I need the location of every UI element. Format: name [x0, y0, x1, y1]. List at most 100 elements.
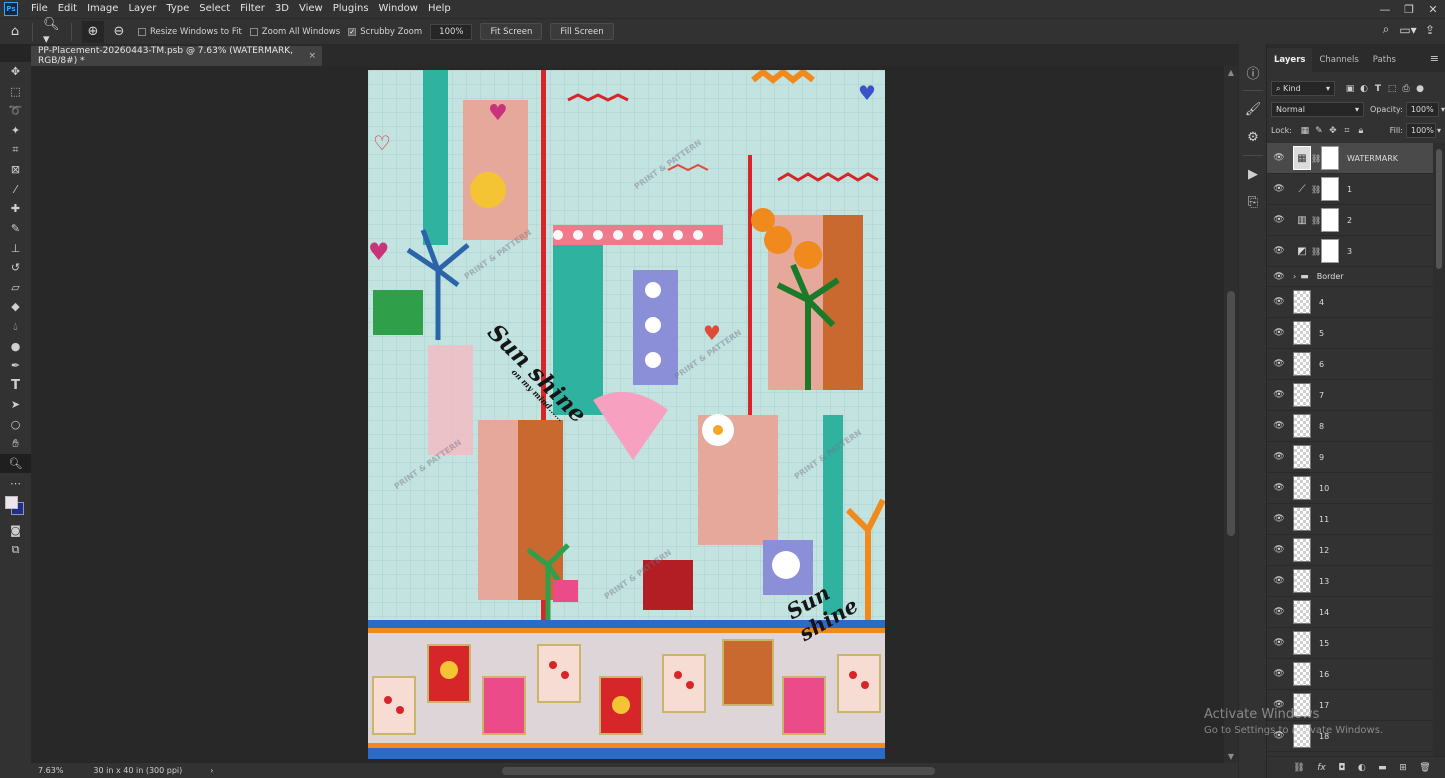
blend-mode-select[interactable]: Normal ▾	[1271, 102, 1364, 117]
link-chain-icon[interactable]: ⛓︎	[1311, 247, 1321, 256]
fill-field[interactable]: 100%	[1405, 123, 1436, 138]
scrubby-zoom-checkbox[interactable]: ✓ Scrubby Zoom	[348, 27, 422, 37]
artwork-canvas[interactable]: ♥ ♡ ♥ ♥ ♥ PRINT & PATTERN PRINT & PATTER…	[368, 70, 885, 759]
blur-tool-icon[interactable]: 💧︎	[0, 317, 31, 337]
checkbox-box[interactable]	[138, 27, 146, 36]
link-chain-icon[interactable]: ⛓︎	[1311, 185, 1321, 194]
scroll-thumb[interactable]	[502, 767, 935, 775]
crop-tool-icon[interactable]: ⌗	[0, 140, 31, 160]
layer-row-4[interactable]: 👁︎ 4	[1267, 287, 1433, 318]
scroll-thumb[interactable]	[1227, 291, 1235, 536]
scroll-up-arrow-icon[interactable]: ▲	[1224, 68, 1238, 77]
tab-layers[interactable]: Layers	[1267, 48, 1313, 72]
layer-row-11[interactable]: 👁︎ 11	[1267, 504, 1433, 535]
new-layer-icon[interactable]: ⊞	[1399, 763, 1407, 773]
healing-brush-tool-icon[interactable]: ✚	[0, 199, 31, 219]
hand-tool-icon[interactable]: ✋︎	[0, 434, 31, 454]
filter-smart-object-icon[interactable]: ⎙	[1399, 84, 1413, 94]
menu-filter[interactable]: Filter	[235, 0, 270, 18]
canvas-vertical-scrollbar[interactable]: ▲ ▼	[1224, 66, 1238, 763]
visibility-eye-icon[interactable]: 👁︎	[1267, 328, 1291, 338]
ellipse-tool-icon[interactable]: ○	[0, 415, 31, 435]
visibility-eye-icon[interactable]: 👁︎	[1267, 607, 1291, 617]
visibility-eye-icon[interactable]: 👁︎	[1267, 576, 1291, 586]
close-tab-icon[interactable]: ×	[308, 51, 316, 61]
zoom-in-icon[interactable]: ⊕	[82, 20, 104, 43]
clone-stamp-tool-icon[interactable]: ⊥	[0, 238, 31, 258]
panel-menu-icon[interactable]: ≡	[1430, 52, 1439, 65]
fit-screen-button[interactable]: Fit Screen	[480, 23, 543, 40]
menu-edit[interactable]: Edit	[53, 0, 82, 18]
frame-tool-icon[interactable]: ⊠	[0, 160, 31, 180]
magic-wand-tool-icon[interactable]: ✦	[0, 121, 31, 141]
document-tab[interactable]: PP-Placement-20260443-TM.psb @ 7.63% (WA…	[31, 46, 322, 66]
opacity-field[interactable]: 100%	[1405, 102, 1439, 117]
layer-mask-thumbnail[interactable]	[1321, 177, 1339, 201]
info-icon[interactable]: ⓘ	[1239, 58, 1267, 86]
add-mask-icon[interactable]: ◘	[1338, 763, 1345, 773]
lock-position-icon[interactable]: ✥	[1326, 126, 1340, 136]
lock-transparent-icon[interactable]: ▦	[1298, 126, 1312, 136]
menu-image[interactable]: Image	[82, 0, 123, 18]
zoom-level[interactable]: 7.63%	[38, 766, 63, 775]
layer-row-14[interactable]: 👁︎ 14	[1267, 597, 1433, 628]
move-tool-icon[interactable]: ✥	[0, 62, 31, 82]
filter-adjustment-icon[interactable]: ◐	[1357, 84, 1371, 94]
visibility-eye-icon[interactable]: 👁︎	[1267, 390, 1291, 400]
chevron-down-icon[interactable]: ▾	[1437, 126, 1441, 135]
layer-mask-thumbnail[interactable]	[1321, 208, 1339, 232]
visibility-eye-icon[interactable]: 👁︎	[1267, 359, 1291, 369]
zoom-out-icon[interactable]: ⊖	[108, 21, 130, 43]
marquee-tool-icon[interactable]: ⬚	[0, 82, 31, 102]
foreground-color-swatch[interactable]	[5, 496, 18, 510]
scroll-thumb[interactable]	[1436, 149, 1442, 269]
pen-tool-icon[interactable]: ✒	[0, 356, 31, 376]
menu-help[interactable]: Help	[423, 0, 456, 18]
filter-toggle-icon[interactable]: ●	[1413, 84, 1427, 94]
filter-pixel-icon[interactable]: ▣	[1343, 84, 1357, 94]
zoom-tool-preset-icon[interactable]: 🔍︎▾	[43, 17, 65, 47]
visibility-eye-icon[interactable]: 👁︎	[1267, 153, 1291, 163]
fx-icon[interactable]: fx	[1317, 763, 1326, 773]
type-tool-icon[interactable]: T	[0, 376, 31, 396]
resize-windows-checkbox[interactable]: Resize Windows to Fit	[138, 27, 242, 37]
layers-scrollbar[interactable]	[1433, 143, 1445, 756]
menu-window[interactable]: Window	[374, 0, 423, 18]
home-icon[interactable]: ⌂	[4, 21, 26, 43]
fill-screen-button[interactable]: Fill Screen	[550, 23, 614, 40]
zoom-tool-icon[interactable]: 🔍︎	[0, 453, 31, 474]
menu-type[interactable]: Type	[161, 0, 194, 18]
canvas-area[interactable]: ♥ ♡ ♥ ♥ ♥ PRINT & PATTERN PRINT & PATTER…	[31, 66, 1224, 763]
visibility-eye-icon[interactable]: 👁︎	[1267, 246, 1291, 256]
chevron-down-icon[interactable]: ▾	[1441, 105, 1445, 114]
layer-row-6[interactable]: 👁︎ 6	[1267, 349, 1433, 380]
visibility-eye-icon[interactable]: 👁︎	[1267, 184, 1291, 194]
close-button[interactable]: ✕	[1421, 0, 1445, 18]
lock-all-icon[interactable]: 🔒︎	[1354, 126, 1368, 136]
visibility-eye-icon[interactable]: 👁︎	[1267, 421, 1291, 431]
history-brush-tool-icon[interactable]: ↺	[0, 258, 31, 278]
path-selection-tool-icon[interactable]: ➤	[0, 395, 31, 415]
lock-image-icon[interactable]: ✎	[1312, 126, 1326, 136]
brush-tool-icon[interactable]: ✎	[0, 219, 31, 239]
trash-icon[interactable]: 🗑︎	[1419, 763, 1430, 773]
status-menu-arrow-icon[interactable]: ›	[210, 766, 213, 775]
lasso-tool-icon[interactable]: ➰	[0, 101, 31, 121]
filter-shape-icon[interactable]: ⬚	[1385, 84, 1399, 94]
restore-button[interactable]: ❐	[1397, 0, 1421, 18]
layer-row-16[interactable]: 👁︎ 16	[1267, 659, 1433, 690]
dodge-tool-icon[interactable]: ●	[0, 336, 31, 356]
adjustments-icon[interactable]: ⚙	[1239, 123, 1267, 151]
menu-layer[interactable]: Layer	[123, 0, 161, 18]
tab-paths[interactable]: Paths	[1366, 48, 1403, 72]
paint-bucket-tool-icon[interactable]: ◆	[0, 297, 31, 317]
layer-row-8[interactable]: 👁︎ 8	[1267, 411, 1433, 442]
link-chain-icon[interactable]: ⛓︎	[1311, 216, 1321, 225]
new-group-folder-icon[interactable]: ▬	[1378, 763, 1387, 773]
visibility-eye-icon[interactable]: 👁︎	[1267, 545, 1291, 555]
brush-settings-icon[interactable]: 🖌︎	[1239, 95, 1267, 123]
menu-file[interactable]: File	[26, 0, 53, 18]
layer-row-3[interactable]: 👁︎ ◩ ⛓︎ 3	[1267, 236, 1433, 267]
share-icon[interactable]: ⇪	[1419, 23, 1441, 37]
layer-mask-thumbnail[interactable]	[1321, 146, 1339, 170]
